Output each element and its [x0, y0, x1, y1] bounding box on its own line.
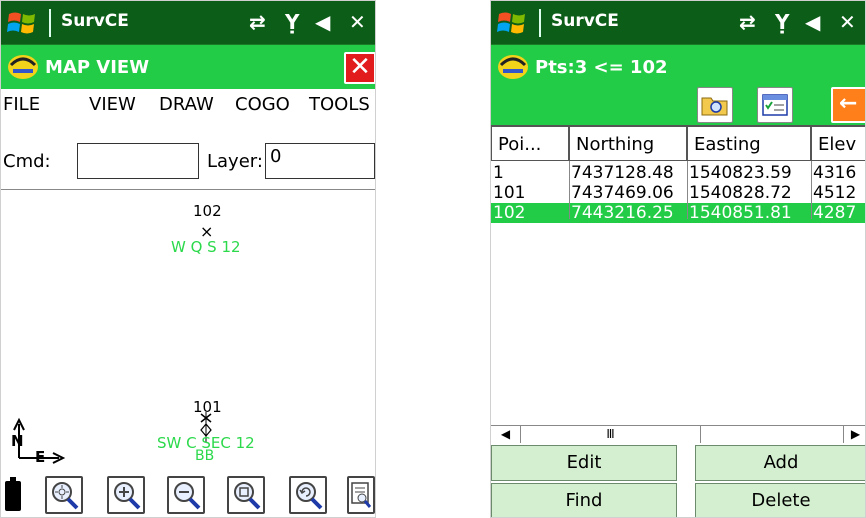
delete-button[interactable]: Delete	[695, 483, 865, 517]
map-canvas[interactable]: 102 × W Q S 12 101 SW C SEC 12 BB N E	[1, 189, 375, 471]
action-buttons: Edit Add Find Delete	[491, 443, 865, 517]
cell-easting: 1540823.59	[689, 163, 792, 183]
back-button[interactable]: ←	[831, 87, 865, 123]
app-title: SurvCE	[61, 11, 129, 31]
page-title: Pts:3 <= 102	[535, 57, 668, 78]
menu-underline-spacer	[3, 113, 375, 114]
east-label: E	[35, 448, 46, 466]
table-icon	[762, 94, 788, 116]
app-title: SurvCE	[551, 11, 619, 31]
close-button[interactable]: ✕	[344, 52, 375, 84]
table-row[interactable]: 1 7437128.48 1540823.59 4316	[491, 163, 865, 183]
col-header-elev[interactable]: Elev	[811, 125, 865, 161]
no-signal-icon[interactable]: Ỵ	[285, 10, 299, 34]
cell-northing: 7443216.25	[571, 203, 674, 223]
scroll-right-icon[interactable]: ▶	[843, 426, 865, 443]
cmd-input[interactable]	[77, 143, 199, 179]
menu-tools[interactable]: TOOLS	[309, 94, 370, 115]
back-arrow-icon: ←	[839, 91, 858, 116]
windows-start-icon[interactable]	[497, 8, 527, 38]
add-button[interactable]: Add	[695, 445, 865, 481]
point-desc-102: W Q S 12	[171, 238, 241, 256]
connectivity-icon[interactable]: ⇄	[739, 10, 756, 34]
cell-point: 1	[493, 163, 504, 183]
title-divider	[539, 9, 541, 37]
speaker-icon[interactable]: ◀	[805, 10, 820, 34]
points-list-screen: SurvCE ⇄ Ỵ ◀ ✕ Pts:3 <= 102 ← Poi... Nor…	[490, 0, 866, 518]
bottom-toolbar	[1, 471, 375, 517]
speaker-icon[interactable]: ◀	[315, 10, 330, 34]
horizontal-scrollbar[interactable]: ◀ Ⅲ ▶	[491, 425, 865, 443]
zoom-window-button[interactable]	[227, 476, 265, 514]
battery-icon	[5, 477, 21, 511]
zoom-extents-icon	[52, 482, 79, 510]
cell-northing: 7437469.06	[571, 183, 674, 203]
folder-icon	[701, 97, 728, 116]
menu-file[interactable]: FILE	[3, 94, 40, 115]
connectivity-icon[interactable]: ⇄	[249, 10, 266, 34]
close-window-icon[interactable]: ✕	[349, 10, 366, 34]
point-label-102: 102	[193, 202, 222, 220]
column-divider	[687, 161, 688, 219]
cell-point: 102	[493, 203, 526, 223]
cmd-label: Cmd:	[3, 151, 51, 172]
scroll-thumb[interactable]: Ⅲ	[521, 426, 701, 443]
header-bar: MAP VIEW ✕	[1, 45, 375, 89]
command-row: Cmd: Layer: 0	[1, 143, 375, 179]
cell-easting: 1540851.81	[689, 203, 792, 223]
page-title: MAP VIEW	[45, 57, 150, 78]
cell-elev: 4316	[813, 163, 857, 183]
menu-view[interactable]: VIEW	[89, 94, 136, 115]
scroll-left-icon[interactable]: ◀	[491, 426, 521, 443]
title-bar: SurvCE ⇄ Ỵ ◀ ✕	[1, 1, 375, 45]
cell-northing: 7437128.48	[571, 163, 674, 183]
cell-elev: 4287	[813, 203, 857, 223]
list-view-button[interactable]	[757, 87, 793, 123]
menu-bar: FILE VIEW DRAW COGO TOOLS	[1, 89, 375, 121]
layer-label: Layer:	[207, 151, 263, 172]
open-folder-button[interactable]	[697, 87, 733, 123]
column-divider	[811, 161, 812, 219]
col-header-point[interactable]: Poi...	[491, 125, 569, 161]
close-window-icon[interactable]: ✕	[839, 10, 856, 34]
zoom-out-icon	[174, 482, 201, 510]
zoom-extents-button[interactable]	[45, 476, 83, 514]
zoom-in-icon	[114, 482, 141, 510]
col-header-easting[interactable]: Easting	[687, 125, 811, 161]
points-table: Poi... Northing Easting Elev 1 7437128.4…	[491, 125, 865, 425]
cell-elev: 4512	[813, 183, 857, 203]
point-extra-101: BB	[195, 448, 215, 464]
zoom-previous-button[interactable]	[289, 476, 327, 514]
menu-draw[interactable]: DRAW	[159, 94, 214, 115]
column-divider	[569, 161, 570, 219]
survce-logo-icon	[498, 55, 528, 79]
zoom-in-button[interactable]	[107, 476, 145, 514]
layer-input[interactable]: 0	[265, 143, 375, 179]
cell-easting: 1540828.72	[689, 183, 792, 203]
menu-cogo[interactable]: COGO	[235, 94, 290, 115]
edit-button[interactable]: Edit	[491, 445, 677, 481]
zoom-out-button[interactable]	[167, 476, 205, 514]
table-row-selected[interactable]: 102 7443216.25 1540851.81 4287	[491, 203, 865, 223]
map-view-screen: SurvCE ⇄ Ỵ ◀ ✕ MAP VIEW ✕ FILE VIEW DRAW…	[0, 0, 376, 518]
windows-start-icon[interactable]	[7, 8, 37, 38]
zoom-previous-icon	[296, 482, 323, 510]
header-bar: Pts:3 <= 102 ←	[491, 45, 865, 125]
table-row[interactable]: 101 7437469.06 1540828.72 4512	[491, 183, 865, 203]
no-signal-icon[interactable]: Ỵ	[775, 10, 789, 34]
col-header-northing[interactable]: Northing	[569, 125, 687, 161]
zoom-window-icon	[234, 482, 261, 510]
layers-icon	[351, 482, 372, 508]
north-label: N	[11, 432, 24, 450]
survce-logo-icon	[8, 55, 38, 79]
find-button[interactable]: Find	[491, 483, 677, 517]
cell-point: 101	[493, 183, 526, 203]
title-bar: SurvCE ⇄ Ỵ ◀ ✕	[491, 1, 865, 45]
layers-button[interactable]	[347, 476, 375, 514]
title-divider	[49, 9, 51, 37]
